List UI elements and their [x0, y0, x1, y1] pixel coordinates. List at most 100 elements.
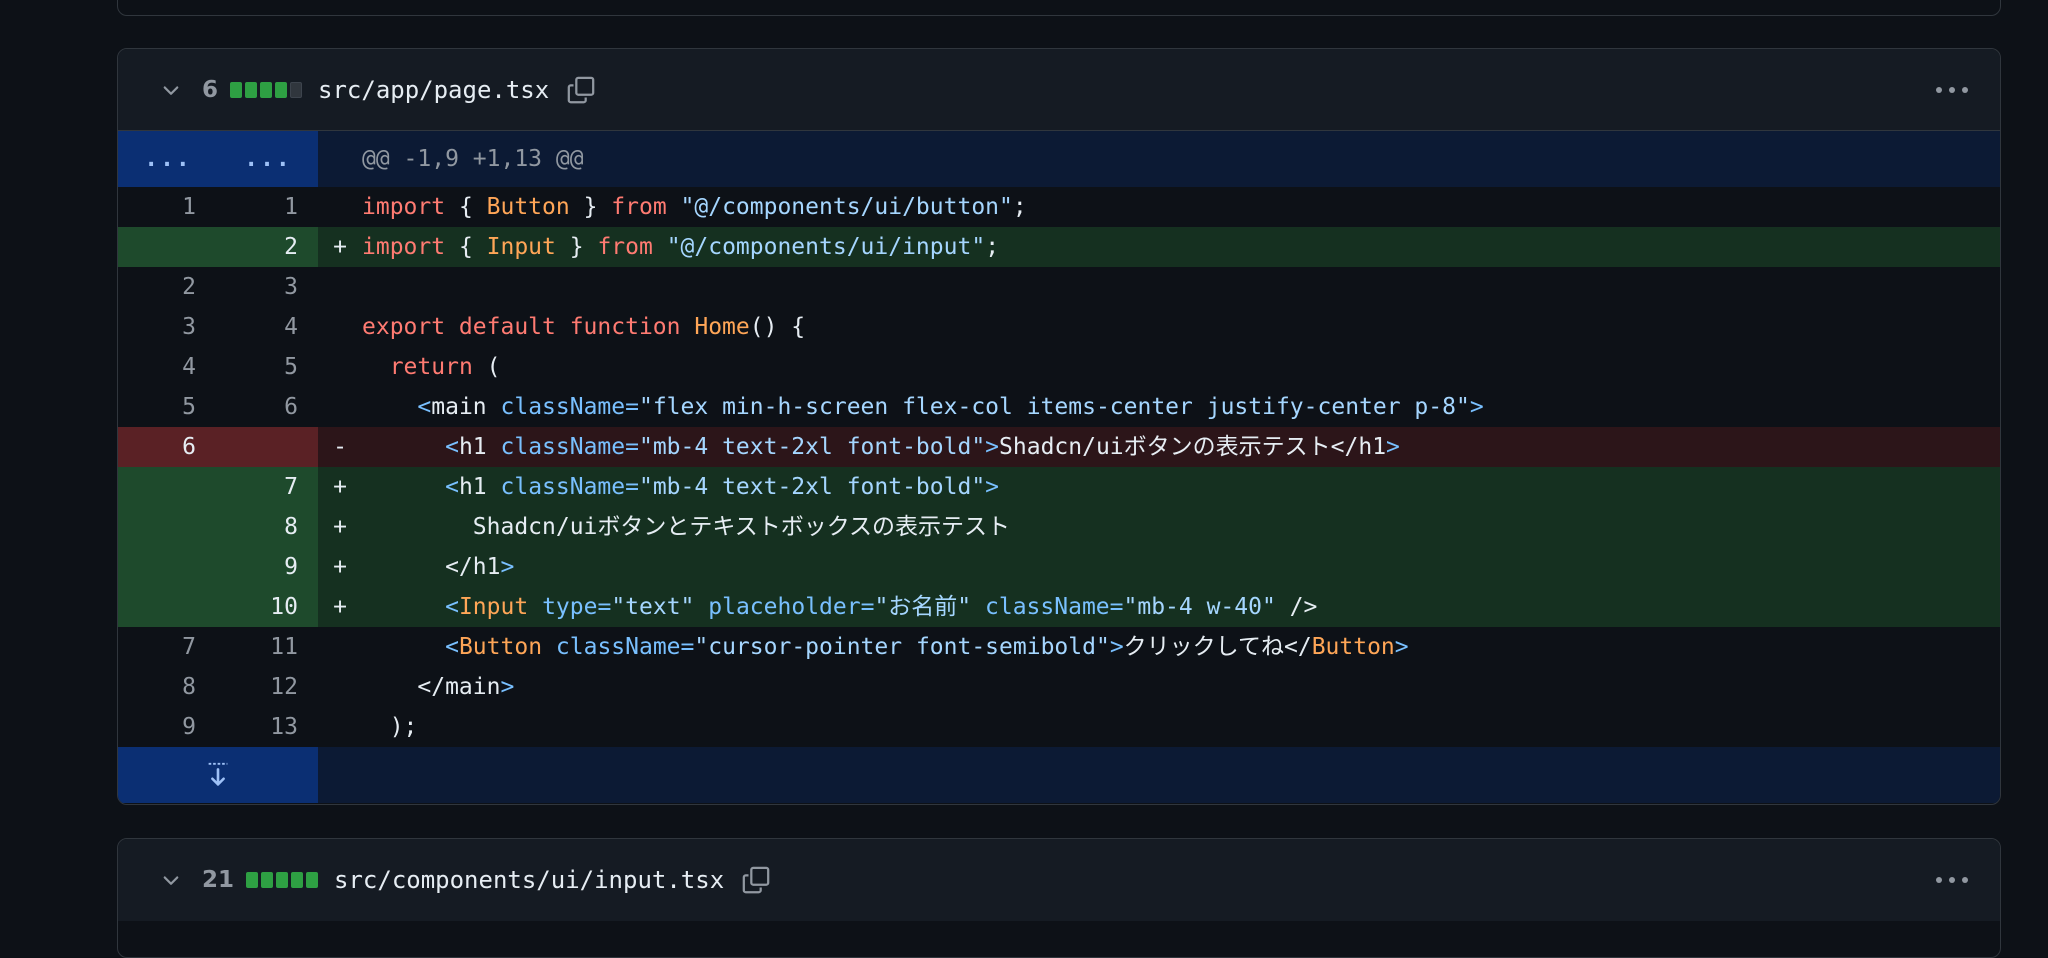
old-line-number[interactable]: 4: [118, 347, 218, 387]
code-line: </h1>: [362, 547, 514, 587]
diffstat-add-block: [245, 81, 258, 98]
new-line-number[interactable]: 3: [218, 267, 318, 307]
code-token: =: [680, 634, 695, 660]
new-line-number[interactable]: 5: [218, 347, 318, 387]
diff-marker: [318, 627, 362, 667]
new-line-number[interactable]: 2: [218, 227, 318, 267]
code-line: <main className="flex min-h-screen flex-…: [362, 387, 1484, 427]
diff-marker: [318, 347, 362, 387]
added-line-row: 8 + Shadcn/uiボタンとテキストボックスの表示テスト: [118, 507, 2000, 547]
diff-marker: +: [333, 474, 347, 500]
new-line-number[interactable]: 11: [218, 627, 318, 667]
old-line-number[interactable]: [118, 507, 218, 547]
code-token: export default function: [362, 314, 681, 340]
code-line: export default function Home() {: [362, 307, 805, 347]
diff-marker: +: [333, 554, 347, 580]
new-line-number[interactable]: 7: [218, 467, 318, 507]
expand-down-row: [118, 747, 2000, 803]
added-line-row: 2 + import { Input } from "@/components/ui…: [118, 227, 2000, 267]
old-line-number[interactable]: 7: [118, 627, 218, 667]
code-token: ;: [1012, 194, 1027, 220]
code-token: >: [1469, 394, 1484, 420]
old-line-number[interactable]: 2: [118, 267, 218, 307]
diff-marker: [318, 267, 362, 307]
copy-icon[interactable]: [565, 74, 597, 106]
code-token: import: [362, 194, 446, 220]
code-token: <: [445, 634, 459, 660]
code-token: );: [362, 714, 418, 740]
code-token: from: [597, 234, 653, 260]
code-token: className: [500, 474, 626, 500]
context-line-row: 7 11 <Button className="cursor-pointer fo…: [118, 627, 2000, 667]
old-line-number[interactable]: 3: [118, 307, 218, 347]
diffstat-add-block: [306, 872, 319, 888]
code-token: ;: [985, 234, 1000, 260]
code-token: import: [362, 234, 446, 260]
expand-down-button[interactable]: [118, 747, 318, 803]
new-line-number[interactable]: 8: [218, 507, 318, 547]
diff-marker: -: [333, 434, 347, 460]
code-token: >: [1109, 634, 1124, 660]
new-line-number[interactable]: 6: [218, 387, 318, 427]
copy-icon[interactable]: [740, 864, 772, 896]
expand-up-new-button[interactable]: ...: [218, 131, 318, 187]
code-token: Button: [1311, 634, 1395, 660]
old-line-number[interactable]: [118, 547, 218, 587]
code-token: =: [625, 394, 639, 420]
kebab-menu-icon[interactable]: [1934, 839, 1970, 921]
old-line-number[interactable]: [118, 467, 218, 507]
code-token: placeholder: [708, 594, 861, 620]
code-token: >: [1386, 434, 1400, 460]
code-token: () {: [749, 314, 806, 340]
new-line-number[interactable]: 10: [218, 587, 318, 627]
new-line-number[interactable]: [218, 427, 318, 467]
new-line-number[interactable]: 4: [218, 307, 318, 347]
code-token: className: [500, 394, 626, 420]
old-line-number[interactable]: 9: [118, 707, 218, 747]
code-token: "text": [611, 594, 695, 620]
code-token: }: [555, 234, 598, 260]
code-token: </main: [362, 674, 501, 700]
diff-marker: +: [333, 594, 347, 620]
file-name-link[interactable]: src/components/ui/input.tsx: [334, 866, 724, 894]
old-line-number[interactable]: 5: [118, 387, 218, 427]
diff-marker: +: [333, 234, 347, 260]
diffstat-bar: [246, 872, 319, 888]
context-line-row: 9 13 );: [118, 707, 2000, 747]
code-token: from: [611, 194, 667, 220]
kebab-menu-icon[interactable]: [1934, 49, 1970, 130]
code-line: );: [362, 707, 418, 747]
old-line-number[interactable]: [118, 227, 218, 267]
deleted-line-row: 6 - <h1 className="mb-4 text-2xl font-bol…: [118, 427, 2000, 467]
code-line: Shadcn/uiボタンとテキストボックスの表示テスト: [362, 507, 1010, 547]
old-line-number[interactable]: 6: [118, 427, 218, 467]
code-line: <Input type="text" placeholder="お名前" cla…: [362, 587, 1317, 627]
new-line-number[interactable]: 9: [218, 547, 318, 587]
old-line-number[interactable]: 1: [118, 187, 218, 227]
expand-up-old-button[interactable]: ...: [118, 131, 218, 187]
diffstat-add-block: [230, 81, 243, 98]
old-line-number[interactable]: 8: [118, 667, 218, 707]
diffstat-add-block: [291, 872, 304, 888]
new-line-number[interactable]: 13: [218, 707, 318, 747]
code-line: <Button className="cursor-pointer font-s…: [362, 627, 1409, 667]
code-token: "mb-4 text-2xl font-bold": [638, 474, 986, 500]
diff-marker: [318, 667, 362, 707]
code-token: =: [625, 434, 639, 460]
collapse-chevron-icon[interactable]: [158, 867, 184, 893]
old-line-number[interactable]: [118, 587, 218, 627]
new-line-number[interactable]: 12: [218, 667, 318, 707]
changes-count: 21: [202, 867, 235, 893]
diffstat-add-block: [260, 81, 273, 98]
new-line-number[interactable]: 1: [218, 187, 318, 227]
hunk-header-text: @@ -1,9 +1,13 @@: [362, 146, 584, 172]
file-name-link[interactable]: src/app/page.tsx: [318, 76, 549, 104]
collapse-chevron-icon[interactable]: [158, 77, 184, 103]
code-token: h1: [458, 474, 501, 500]
